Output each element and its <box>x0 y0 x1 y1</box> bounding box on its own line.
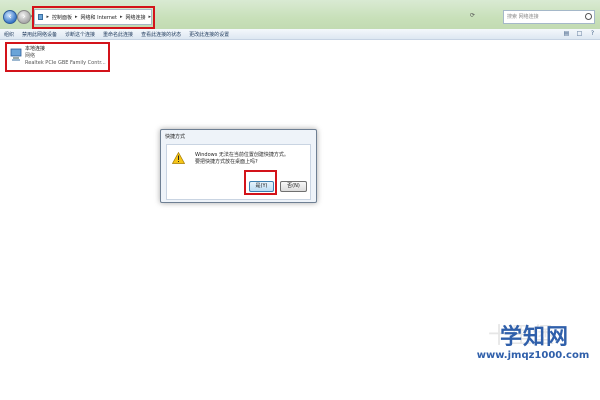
dialog-body: Windows 无法在当前位置创建快捷方式。 要把快捷方式放在桌面上吗? 是(Y… <box>166 144 311 200</box>
search-placeholder: 搜索 网络连接 <box>507 14 539 20</box>
back-button[interactable]: ‹ <box>3 10 17 24</box>
watermark-logo: 学知网 <box>499 325 569 350</box>
preview-pane-icon[interactable]: □ <box>576 30 583 37</box>
toolbar-view-status[interactable]: 查看此连接的状态 <box>137 31 185 38</box>
connection-name: 本地连接 <box>25 46 46 52</box>
highlight-box-breadcrumb <box>32 6 155 29</box>
toolbar-disable-device[interactable]: 禁用此网络设备 <box>18 31 61 38</box>
toolbar-rename[interactable]: 重命名此连接 <box>99 31 137 38</box>
warning-icon <box>172 152 185 164</box>
watermark-url: www.jmqz1000.com <box>476 350 590 361</box>
connection-network: 网络 <box>25 53 36 59</box>
toolbar-change-settings[interactable]: 更改此连接的设置 <box>185 31 233 38</box>
search-input[interactable]: 搜索 网络连接 <box>503 10 595 24</box>
network-adapter-icon <box>10 48 22 61</box>
command-toolbar: 组织 禁用此网络设备 诊断这个连接 重命名此连接 查看此连接的状态 更改此连接的… <box>0 29 600 40</box>
search-icon[interactable] <box>585 13 592 20</box>
refresh-icon[interactable]: ⟳ <box>470 12 480 22</box>
dialog-message-line2: 要把快捷方式放在桌面上吗? <box>195 159 258 165</box>
dialog-message: Windows 无法在当前位置创建快捷方式。 要把快捷方式放在桌面上吗? <box>195 152 310 166</box>
shortcut-dialog: 快捷方式 Windows 无法在当前位置创建快捷方式。 要把快捷方式放在桌面上吗… <box>160 129 317 203</box>
forward-button[interactable]: › <box>17 10 31 24</box>
toolbar-organize[interactable]: 组织 <box>0 31 18 38</box>
connection-adapter: Realtek PCIe GBE Family Contr... <box>25 60 106 66</box>
connection-item[interactable]: 本地连接 网络 Realtek PCIe GBE Family Contr... <box>5 42 110 72</box>
toolbar-diagnose[interactable]: 诊断这个连接 <box>61 31 99 38</box>
dialog-title: 快捷方式 <box>165 134 186 140</box>
connection-text: 本地连接 网络 Realtek PCIe GBE Family Contr... <box>25 46 106 67</box>
help-icon[interactable]: ? <box>589 30 596 37</box>
explorer-window: ‹ › ▾ ▸ 控制面板 ▸ 网络和 Internet ▸ 网络连接 ▸ ⟳ 搜… <box>0 0 600 400</box>
view-options-icon[interactable]: ▤ <box>563 30 570 37</box>
no-button[interactable]: 否(N) <box>280 181 307 192</box>
toolbar-right-icons: ▤ □ ? <box>563 30 596 37</box>
highlight-box-yes-button <box>244 170 277 195</box>
dialog-message-line1: Windows 无法在当前位置创建快捷方式。 <box>195 152 289 158</box>
